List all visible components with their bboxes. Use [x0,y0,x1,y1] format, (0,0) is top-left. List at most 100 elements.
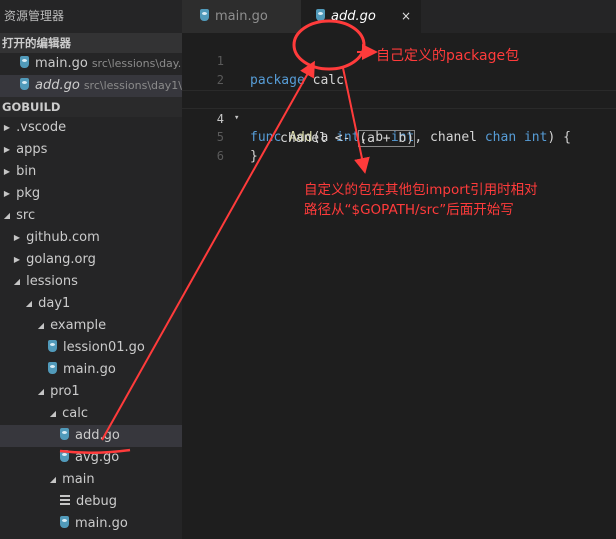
line-number: 6 [216,149,224,163]
tree-folder-pro1[interactable]: ◢ pro1 [0,381,182,403]
tree-label: pro1 [50,384,80,399]
open-editor-path: src\lessions\day1\... [83,79,182,92]
code-text: } [250,149,258,164]
go-file-icon [48,340,57,352]
tree-label: .vscode [16,120,67,135]
chevron-right-icon: ▶ [3,167,11,176]
type: int [523,130,548,145]
go-file-icon [20,78,29,90]
tree-label: lessions [26,274,78,289]
chevron-right-icon: ▶ [3,123,11,132]
annotation-note-1: 自己定义的package包 [376,48,520,64]
tree-label: example [50,318,107,333]
go-file-icon [60,428,69,440]
code-text: ) { [547,130,571,145]
go-file-icon [316,9,325,21]
chevron-down-icon: ◢ [25,299,33,308]
tree-label: src [16,208,36,223]
tree-label: main.go [63,362,116,377]
code-line-5: 5 } [182,109,258,164]
chevron-down-icon: ◢ [13,277,21,286]
tree-label: calc [62,406,89,421]
code-line-1: 1 package calc [182,33,344,88]
chevron-right-icon: ▶ [3,189,11,198]
code-text: (a + b) [358,130,416,147]
chevron-right-icon: ▶ [13,233,21,242]
tree-label: avg.go [75,450,120,465]
tree-folder-src[interactable]: ◢ src [0,205,182,227]
tree-folder-example[interactable]: ◢ example [0,315,182,337]
go-file-icon [20,56,29,68]
code-text: chanel <- [280,131,359,146]
tree-folder-main[interactable]: ◢ main [0,469,182,491]
tab-add-go[interactable]: add.go × [301,0,421,33]
code-line-2: 2 [182,52,224,87]
tree-folder-day1[interactable]: ◢ day1 [0,293,182,315]
chevron-down-icon: ◢ [49,409,57,418]
tree-folder-lessions[interactable]: ◢ lessions [0,271,182,293]
tree-file-avg-go[interactable]: avg.go [0,447,182,469]
tree-label: apps [16,142,48,157]
tree-label: lession01.go [63,340,145,355]
code-line-6: 6 [182,128,224,163]
close-icon[interactable]: × [401,0,411,33]
annotation-note-2-line2: 路径从“$GOPATH/src”后面开始写 [304,202,514,218]
tree-label: day1 [38,296,71,311]
code-line-3: 3 ▾ func Add(a int, b int, chanel chan i… [182,71,571,145]
open-editor-path: src\lessions\day... [91,57,182,70]
tree-label: add.go [75,428,120,443]
package-name: calc [312,73,344,88]
chevron-down-icon: ◢ [37,321,45,330]
chevron-right-icon: ▶ [13,255,21,264]
explorer-title: 资源管理器 [4,9,65,23]
keyword: chan [484,130,517,145]
open-editors-header[interactable]: 打开的编辑器 [0,33,182,53]
code-text: , chanel [414,130,485,145]
keyword: package [250,73,305,88]
tree-folder-golang[interactable]: ▶ golang.org [0,249,182,271]
chevron-down-icon: ◢ [49,475,57,484]
tree-folder-calc[interactable]: ◢ calc [0,403,182,425]
tab-label: main.go [215,9,268,24]
chevron-down-icon: ◢ [37,387,45,396]
tab-main-go[interactable]: main.go [182,0,301,33]
tree-label: bin [16,164,37,179]
go-file-icon [48,362,57,374]
open-editor-add-go[interactable]: add.go src\lessions\day1\... [0,75,182,97]
tree-label: main.go [75,516,128,531]
keyword: func [250,130,282,145]
chevron-right-icon: ▶ [3,145,11,154]
tree-folder-vscode[interactable]: ▶ .vscode [0,117,182,139]
tab-label: add.go [331,9,376,24]
tree-file-lession01-go[interactable]: lession01.go [0,337,182,359]
text-file-icon [60,495,70,505]
go-file-icon [60,516,69,528]
tree-folder-bin[interactable]: ▶ bin [0,161,182,183]
chevron-down-icon: ◢ [3,211,11,220]
editor-tab-bar: main.go add.go × [182,0,616,33]
code-line-4: 4 chanel <- (a + b) [182,90,616,147]
tree-file-main-go-2[interactable]: main.go [0,513,182,535]
tree-folder-apps[interactable]: ▶ apps [0,139,182,161]
tree-label: debug [76,494,117,509]
tree-label: golang.org [26,252,96,267]
fold-chevron-icon[interactable]: ▾ [234,109,239,128]
code-editor[interactable]: 1 package calc 2 3 ▾ func Add(a int, b i… [182,33,616,539]
go-file-icon [60,450,69,462]
tree-label: pkg [16,186,41,201]
tree-file-main-go[interactable]: main.go [0,359,182,381]
tree-label: main [62,472,95,487]
open-editor-name: main.go [35,56,88,71]
workspace-header[interactable]: GOBUILD [0,97,182,117]
go-file-icon [200,9,209,21]
tree-folder-github[interactable]: ▶ github.com [0,227,182,249]
open-editor-name: add.go [35,78,80,93]
explorer-sidebar: 资源管理器 打开的编辑器 main.go src\lessions\day... … [0,0,182,539]
annotation-note-2-line1: 自定义的包在其他包import引用时相对 [304,182,538,198]
open-editor-main-go[interactable]: main.go src\lessions\day... [0,53,182,75]
tree-file-debug[interactable]: debug [0,491,182,513]
tree-label: github.com [26,230,100,245]
tree-folder-pkg[interactable]: ▶ pkg [0,183,182,205]
tree-file-add-go[interactable]: add.go [0,425,182,447]
